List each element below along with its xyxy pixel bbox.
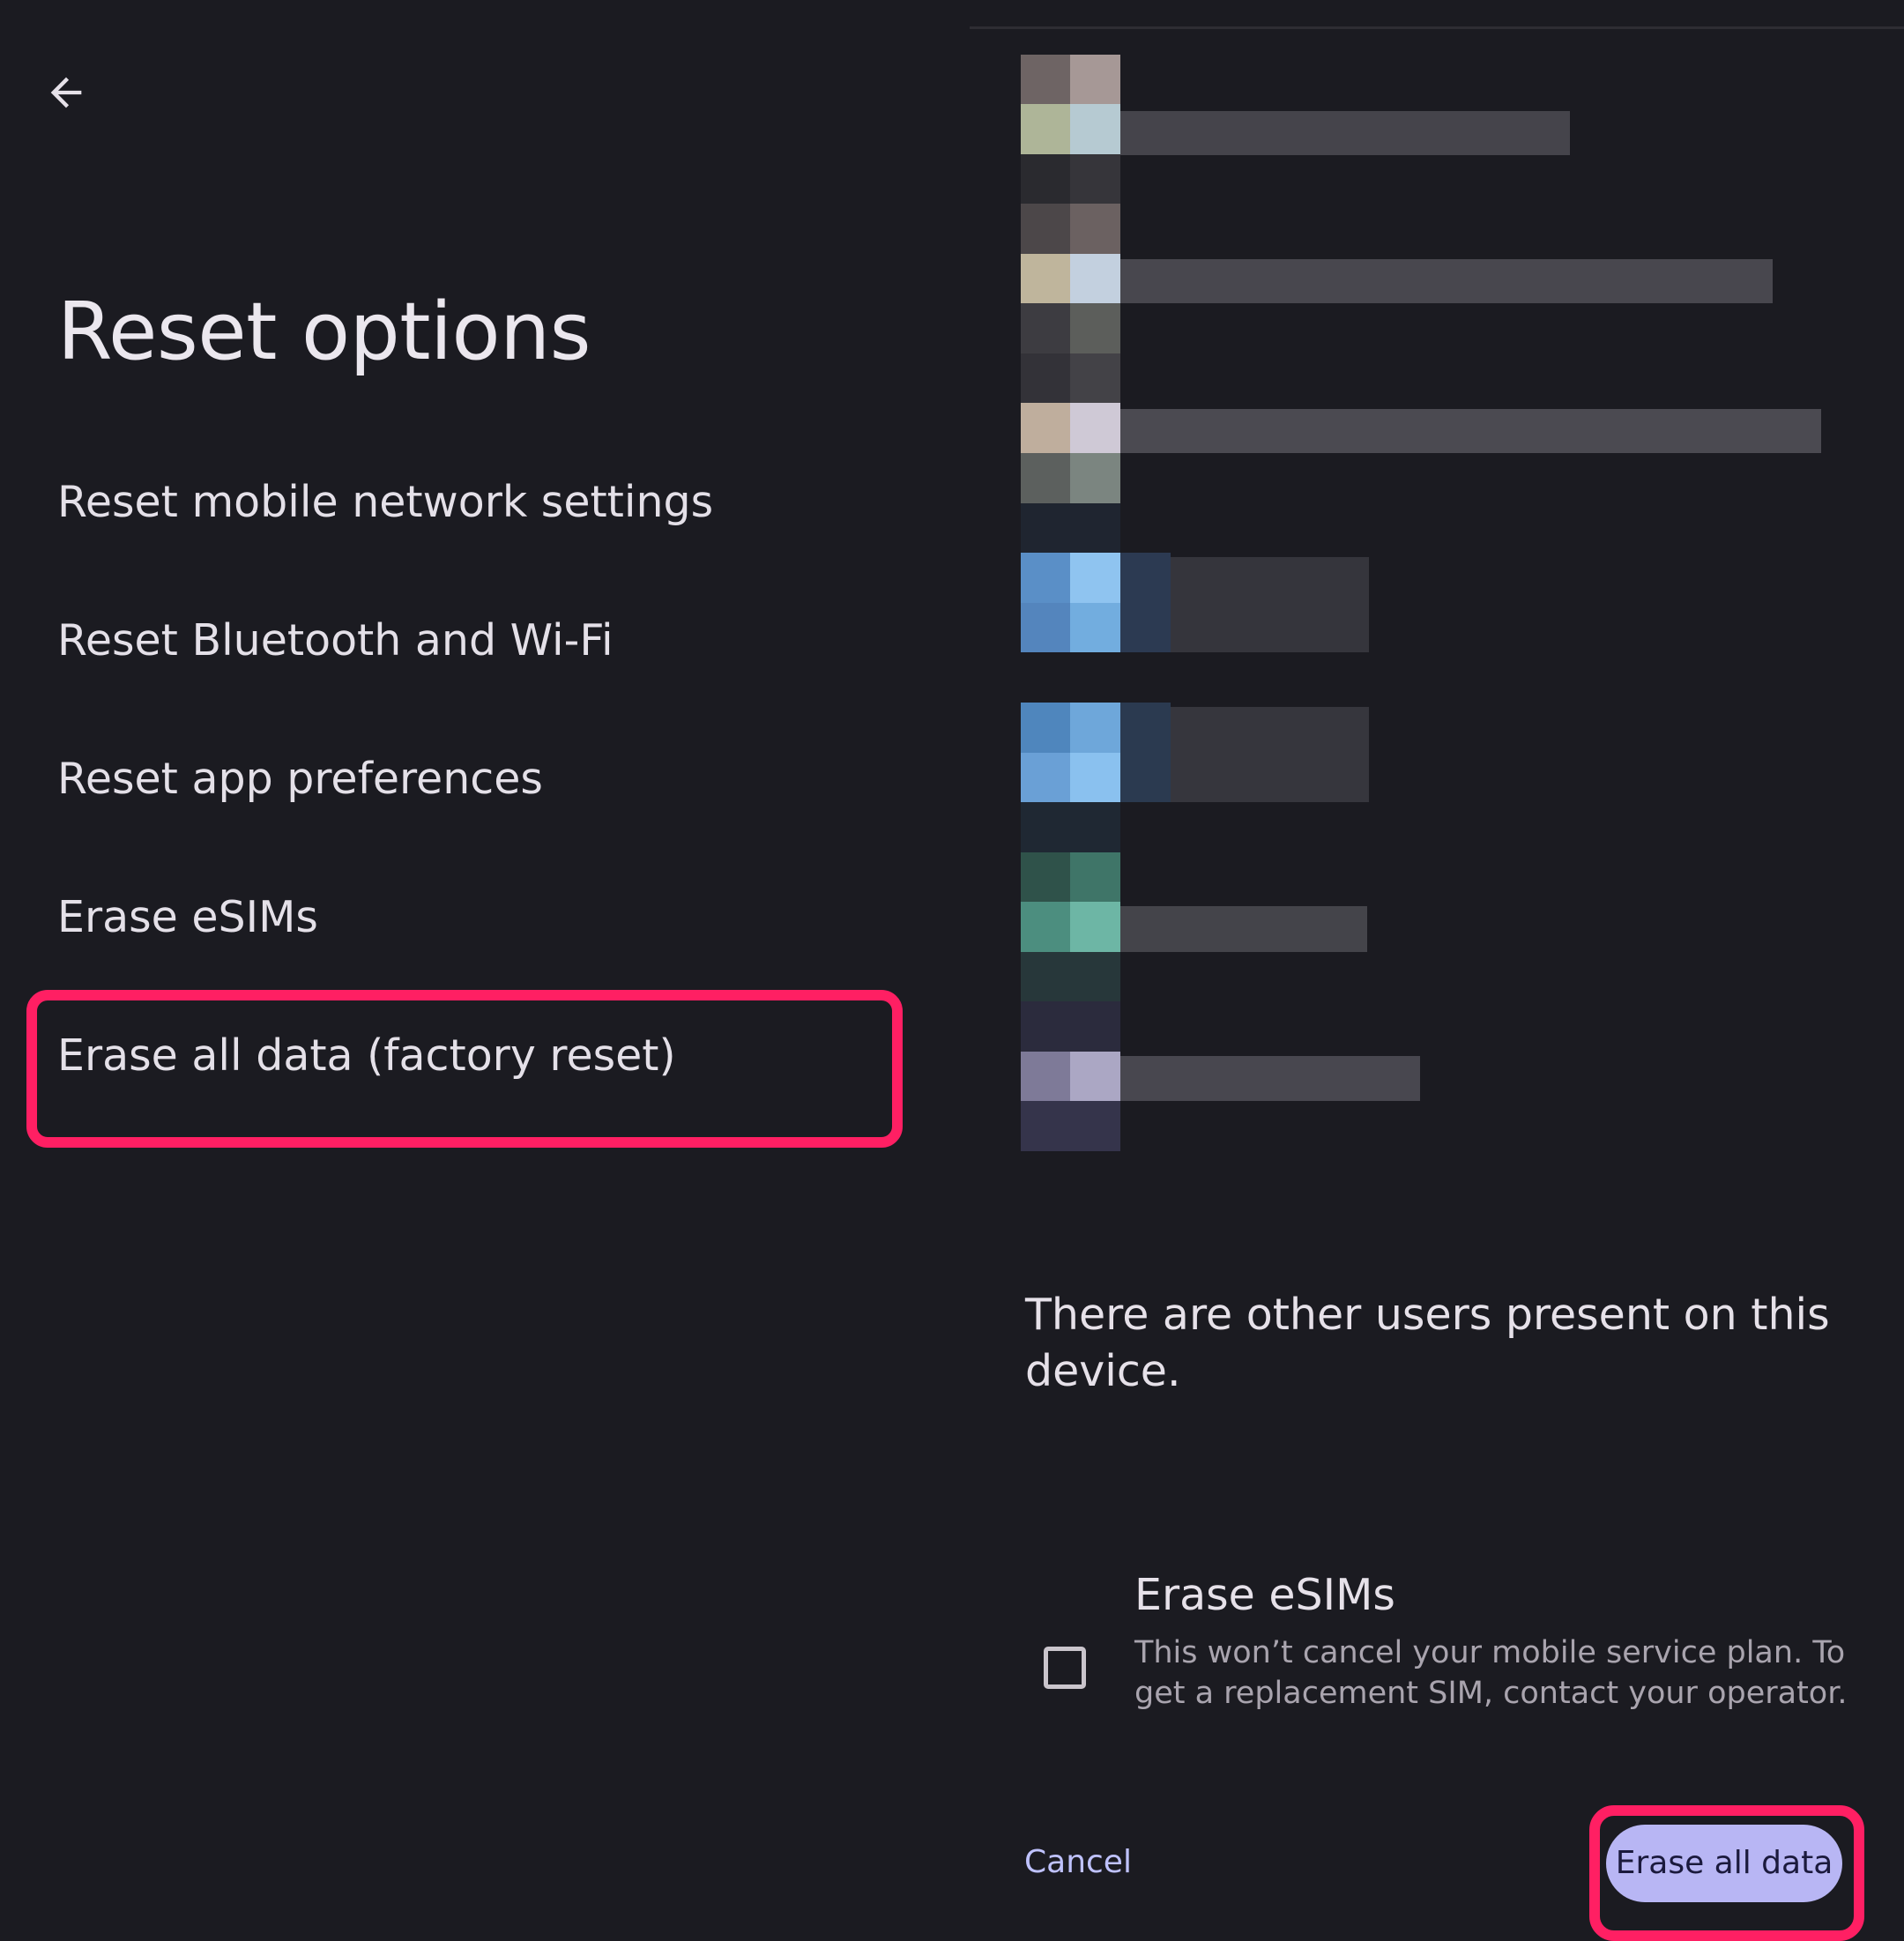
erase-esims-title: Erase eSIMs	[1134, 1570, 1395, 1620]
reset-options-panel: Reset options Reset mobile network setti…	[0, 0, 970, 1904]
cancel-button[interactable]: Cancel	[1024, 1832, 1132, 1893]
reset-bluetooth-wifi-item[interactable]: Reset Bluetooth and Wi-Fi	[57, 597, 851, 685]
back-button[interactable]	[37, 63, 95, 122]
erase-esims-option[interactable]: Erase eSIMs This won’t cancel your mobil…	[1023, 1560, 1869, 1736]
other-users-warning: There are other users present on this de…	[1025, 1290, 1830, 1396]
erase-esims-checkbox[interactable]	[1044, 1647, 1086, 1689]
erase-esims-description: This won’t cancel your mobile service pl…	[1134, 1635, 1848, 1711]
factory-reset-highlight	[26, 990, 903, 1148]
reset-mobile-network-item[interactable]: Reset mobile network settings	[57, 458, 851, 547]
reset-app-preferences-item[interactable]: Reset app preferences	[57, 735, 851, 823]
erase-button-highlight	[1589, 1805, 1864, 1941]
arrow-left-icon	[50, 77, 82, 108]
page-title: Reset options	[57, 286, 591, 378]
divider	[970, 26, 1904, 29]
pixelated-content	[1021, 55, 1867, 1165]
erase-esims-item[interactable]: Erase eSIMs	[57, 874, 851, 962]
